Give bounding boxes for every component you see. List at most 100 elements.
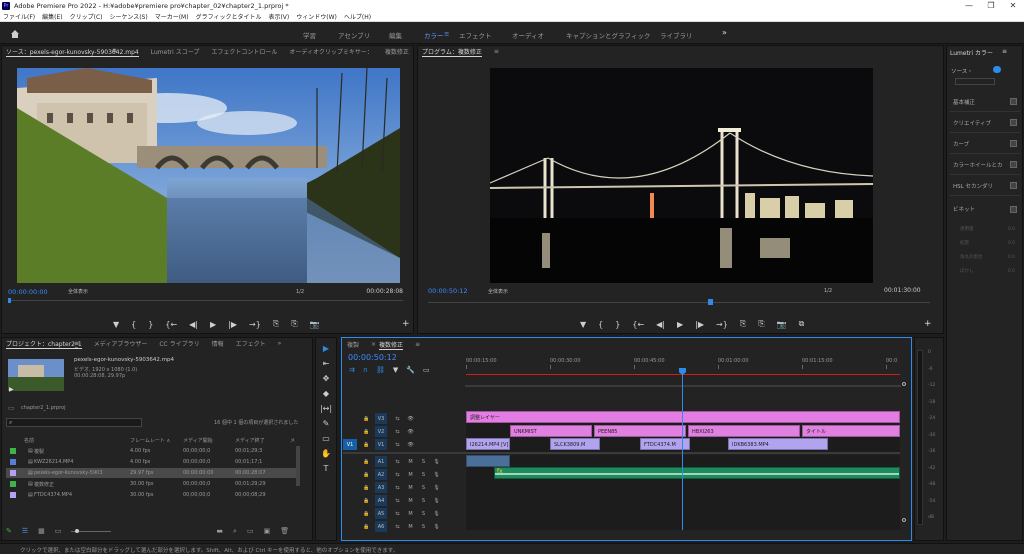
mute-button[interactable]: M (404, 459, 417, 465)
v1-clip[interactable]: I26214.MP4 [V] (466, 438, 510, 450)
section-enable-checkbox[interactable] (1010, 182, 1017, 189)
track-lock-icon[interactable]: 🔒 (363, 442, 375, 448)
timeline-timecode[interactable]: 00:00:50:12 (348, 353, 397, 362)
track-target-label[interactable]: V2 (375, 426, 387, 437)
mute-button[interactable]: M (404, 511, 417, 517)
track-lock-icon[interactable]: 🔒 (363, 472, 375, 478)
voiceover-mic-icon[interactable]: 🎙 (430, 524, 443, 530)
razor-tool-icon[interactable]: ◆ (323, 389, 329, 398)
tab-sequence-duplicate[interactable]: 複製 (347, 340, 359, 349)
timeline-playhead-line[interactable] (682, 374, 683, 530)
zoom-slider-thumb[interactable] (75, 529, 80, 533)
menu-window[interactable]: ウィンドウ(W) (296, 12, 337, 21)
track-lock-icon[interactable]: 🔒 (363, 429, 375, 435)
type-tool-icon[interactable]: T (324, 464, 329, 473)
solo-button[interactable]: S (417, 524, 430, 530)
play-button[interactable]: ▶ (210, 320, 216, 329)
track-sync-icon[interactable]: ⇆ (391, 511, 404, 517)
program-resolution-dropdown[interactable]: 1/2 (824, 288, 832, 294)
program-export-frame-icon[interactable]: 📷 (777, 320, 787, 329)
lumetri-section-vignette[interactable]: ビネット (950, 199, 1020, 219)
project-item-row[interactable]: ▤ KWZ26214.MP4 4.00 fps 00;00;00;0 00;01;17;… (6, 457, 296, 467)
label-color-chip[interactable] (10, 448, 16, 454)
program-timecode[interactable]: 00:00:50:12 (428, 287, 468, 295)
go-to-in-button[interactable]: {← (165, 320, 177, 329)
project-panel-menu-icon[interactable]: ≡ (74, 340, 79, 347)
track-header-v3[interactable]: 🔒 V3 ⇆ 👁 (343, 412, 465, 425)
voiceover-mic-icon[interactable]: 🎙 (430, 485, 443, 491)
new-item-icon[interactable]: ▣ (264, 527, 271, 536)
program-step-forward-button[interactable]: |▶ (695, 320, 704, 329)
program-go-to-out-button[interactable]: →} (716, 320, 728, 329)
project-scrollbar[interactable] (296, 446, 300, 486)
col-media-end[interactable]: メディア終了 (235, 437, 265, 444)
overwrite-button[interactable]: ⎘ (291, 319, 297, 329)
workspace-color-menu-icon[interactable]: ≡ (444, 30, 449, 38)
eye-icon[interactable]: 👁 (404, 429, 417, 435)
menu-help[interactable]: ヘルプ(H) (344, 12, 371, 21)
project-item-row[interactable]: ▤ 複製 4.00 fps 00;00;00;0 00;01;29;3 (6, 446, 296, 456)
lift-button[interactable]: ⎘ (740, 319, 746, 329)
solo-button[interactable]: S (417, 472, 430, 478)
label-color-chip[interactable] (10, 492, 16, 498)
section-enable-checkbox[interactable] (1010, 205, 1017, 213)
workspace-assembly[interactable]: アセンブリ (338, 30, 370, 40)
extract-button[interactable]: ⎘ (758, 319, 764, 329)
label-color-chip[interactable] (10, 459, 16, 465)
export-frame-icon[interactable]: 📷 (310, 320, 320, 329)
section-enable-checkbox[interactable] (1010, 98, 1017, 105)
insert-button[interactable]: ⎘ (273, 319, 279, 329)
program-add-button[interactable]: + (924, 319, 932, 329)
program-scrub-bar[interactable] (428, 302, 930, 303)
track-sync-icon[interactable]: ⇆ (391, 524, 404, 530)
section-enable-checkbox[interactable] (1010, 140, 1017, 147)
new-bin-icon[interactable]: ▬ (216, 527, 223, 536)
lumetri-clip-dropdown[interactable] (955, 78, 995, 85)
track-header-a6[interactable]: 🔒 A6 ⇆ M S 🎙 (343, 520, 465, 533)
menu-view[interactable]: 表示(V) (268, 12, 289, 21)
source-add-button[interactable]: + (402, 319, 410, 329)
slip-tool-icon[interactable]: |↔| (320, 404, 332, 413)
mark-in-button[interactable]: { (131, 320, 136, 329)
new-folder-icon[interactable]: ▭ (247, 527, 254, 536)
track-select-tool-icon[interactable]: ⇤ (323, 359, 330, 368)
list-view-icon[interactable]: ☰ (22, 527, 28, 536)
col-framerate[interactable]: フレームレート ∧ (130, 437, 170, 444)
source-resolution-dropdown[interactable]: 1/2 (296, 289, 304, 295)
track-target-label[interactable]: A2 (375, 469, 387, 480)
minimize-button[interactable]: — (958, 0, 980, 12)
lumetri-section-hsl[interactable]: HSL セカンダリ (950, 176, 1020, 196)
lumetri-menu-icon[interactable]: ≡ (1002, 48, 1007, 55)
workspace-editing[interactable]: 編集 (389, 30, 402, 40)
track-target-label[interactable]: A4 (375, 495, 387, 506)
source-fit-dropdown[interactable]: 全体表示 (68, 288, 88, 295)
menu-clip[interactable]: クリップ(C) (70, 12, 103, 21)
timeline-settings-icon[interactable]: 🔧 (406, 366, 415, 374)
eye-icon[interactable]: 👁 (404, 442, 417, 448)
track-lock-icon[interactable]: 🔒 (363, 511, 375, 517)
v2-clip[interactable]: UNKMIST (510, 425, 592, 437)
eye-icon[interactable]: 👁 (404, 416, 417, 422)
voiceover-mic-icon[interactable]: 🎙 (430, 511, 443, 517)
project-item-row[interactable]: ▤ 複数修正 30.00 fps 00;00;00;0 00;01;29;29 (6, 479, 296, 489)
thumbnail-play-icon[interactable]: ▶ (9, 386, 14, 393)
col-media-start[interactable]: メディア開始 (183, 437, 213, 444)
track-lock-icon[interactable]: 🔒 (363, 485, 375, 491)
track-target-label[interactable]: V1 (375, 439, 387, 450)
lumetri-section-curves[interactable]: カーブ (950, 134, 1020, 154)
vignette-value[interactable]: 0.0 (1008, 223, 1015, 237)
selection-tool-icon[interactable]: ▶ (323, 344, 329, 353)
comparison-view-button[interactable]: ⧉ (799, 319, 805, 329)
track-target-label[interactable]: A6 (375, 521, 387, 532)
track-sync-icon[interactable]: ⇆ (391, 429, 404, 435)
snap-icon[interactable]: ∩ (363, 366, 368, 374)
workspace-captions[interactable]: キャプションとグラフィック (566, 30, 650, 40)
project-item-row[interactable]: ▤ FTDC4374.MP4 30.00 fps 00;00;00;0 00;00;08… (6, 490, 296, 500)
pencil-icon[interactable]: ✎ (6, 527, 12, 536)
workspace-color[interactable]: カラー (424, 30, 444, 40)
track-lock-icon[interactable]: 🔒 (363, 459, 375, 465)
workspace-effects[interactable]: エフェクト (459, 30, 492, 40)
find-icon[interactable]: ⌕ (233, 527, 237, 536)
program-step-back-button[interactable]: ◀| (656, 320, 665, 329)
pen-tool-icon[interactable]: ✎ (323, 419, 330, 428)
